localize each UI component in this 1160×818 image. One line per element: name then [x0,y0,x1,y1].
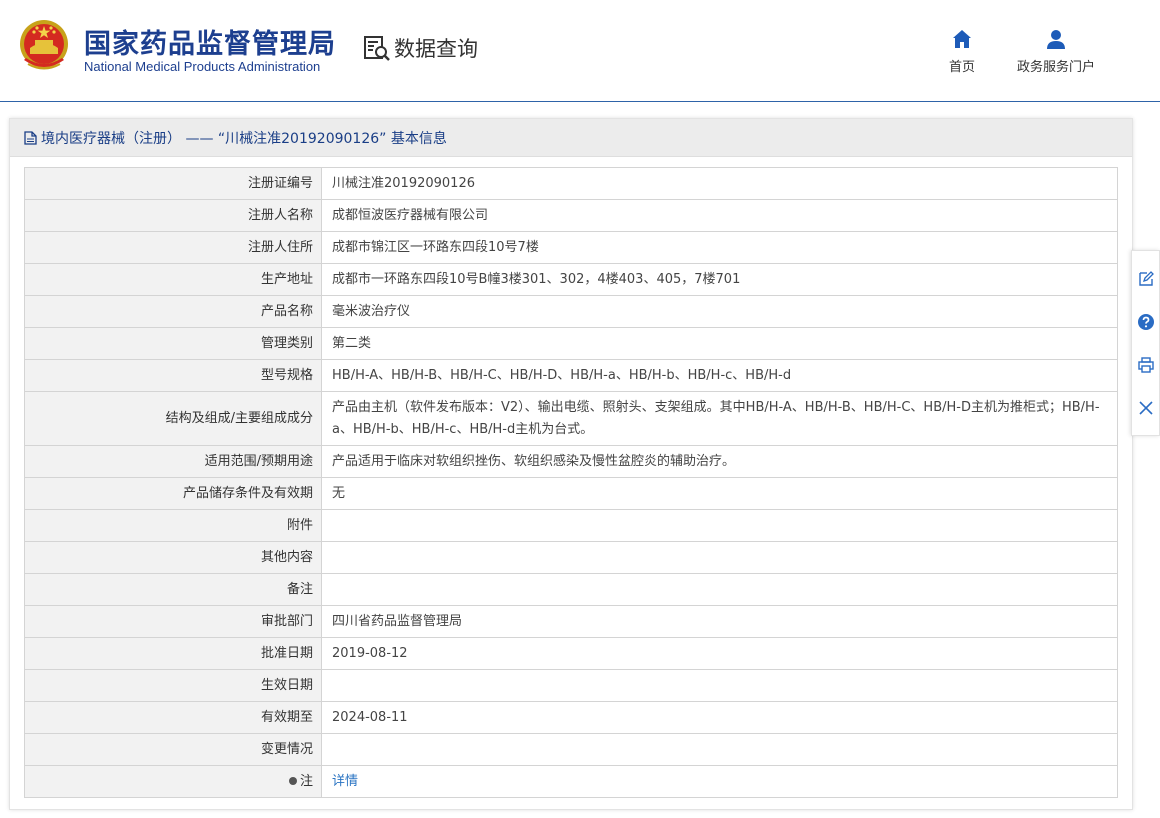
field-value [321,541,1118,574]
field-value [321,669,1118,702]
table-row: 型号规格 HB/H-A、HB/H-B、HB/H-C、HB/H-D、HB/H-a、… [24,359,1118,392]
table-row: 适用范围/预期用途 产品适用于临床对软组织挫伤、软组织感染及慢性盆腔炎的辅助治疗… [24,445,1118,478]
field-label: 批准日期 [24,637,322,670]
document-icon [24,130,37,145]
national-emblem-icon [20,20,68,70]
detail-link[interactable]: 详情 [332,774,358,789]
field-value: 产品适用于临床对软组织挫伤、软组织感染及慢性盆腔炎的辅助治疗。 [321,445,1118,478]
bullet-dot-icon [288,776,297,785]
side-toolbar [1131,250,1160,436]
table-row: 产品名称 毫米波治疗仪 [24,295,1118,328]
search-document-icon [364,36,390,61]
field-value: 2019-08-12 [321,637,1118,670]
field-label: 注册人名称 [24,199,322,232]
field-value: HB/H-A、HB/H-B、HB/H-C、HB/H-D、HB/H-a、HB/H-… [321,359,1118,392]
panel-title: 境内医疗器械（注册） —— “川械注准20192090126” 基本信息 [10,119,1132,157]
field-label: 结构及组成/主要组成成分 [24,391,322,446]
edit-icon[interactable] [1137,270,1155,288]
data-query-title: 数据查询 [362,33,478,63]
field-value: 毫米波治疗仪 [321,295,1118,328]
table-row: 变更情况 [24,733,1118,766]
field-label: 型号规格 [24,359,322,392]
table-row: 生效日期 [24,669,1118,702]
nav-service-portal-label: 政务服务门户 [1016,60,1095,75]
field-label: 变更情况 [24,733,322,766]
table-row: 有效期至 2024-08-11 [24,701,1118,734]
note-value-cell: 详情 [321,765,1118,798]
nav-home[interactable]: 首页 [940,28,984,75]
print-icon[interactable] [1137,356,1155,374]
note-label-cell: 注 [24,765,322,798]
table-row: 审批部门 四川省药品监督管理局 [24,605,1118,638]
table-row: 生产地址 成都市一环路东四段10号B幢3楼301、302，4楼403、405，7… [24,263,1118,296]
field-value [321,573,1118,606]
table-row: 其他内容 [24,541,1118,574]
info-panel: 境内医疗器械（注册） —— “川械注准20192090126” 基本信息 注册证… [9,118,1133,810]
field-value: 成都市锦江区一环路东四段10号7楼 [321,231,1118,264]
field-label: 适用范围/预期用途 [24,445,322,478]
site-header: 国家药品监督管理局 National Medical Products Admi… [0,0,1160,102]
note-label: 注 [299,773,313,789]
field-label: 产品名称 [24,295,322,328]
field-label: 注册证编号 [24,167,322,200]
home-icon [953,30,971,48]
field-label: 备注 [24,573,322,606]
field-label: 产品储存条件及有效期 [24,477,322,510]
field-label: 生产地址 [24,263,322,296]
nav-service-portal[interactable]: 政务服务门户 [1010,28,1102,75]
help-icon[interactable] [1137,313,1155,331]
query-title-text: 数据查询 [394,37,478,61]
field-value [321,509,1118,542]
info-table: 注册证编号 川械注准20192090126 注册人名称 成都恒波医疗器械有限公司… [24,167,1118,798]
table-row: 产品储存条件及有效期 无 [24,477,1118,510]
table-row: 管理类别 第二类 [24,327,1118,360]
field-value: 第二类 [321,327,1118,360]
field-label: 其他内容 [24,541,322,574]
field-label: 审批部门 [24,605,322,638]
user-icon [1047,30,1065,49]
nav-home-label: 首页 [948,60,975,75]
org-name-cn: 国家药品监督管理局 [84,29,336,60]
table-row: 注册证编号 川械注准20192090126 [24,167,1118,200]
panel-title-text: 境内医疗器械（注册） —— “川械注准20192090126” 基本信息 [41,130,447,147]
field-value: 四川省药品监督管理局 [321,605,1118,638]
table-row: 批准日期 2019-08-12 [24,637,1118,670]
field-value [321,733,1118,766]
field-value: 2024-08-11 [321,701,1118,734]
table-row: 注册人名称 成都恒波医疗器械有限公司 [24,199,1118,232]
field-label: 注册人住所 [24,231,322,264]
field-value: 川械注准20192090126 [321,167,1118,200]
table-row: 结构及组成/主要组成成分 产品由主机（软件发布版本：V2）、输出电缆、照射头、支… [24,391,1118,446]
field-value: 成都恒波医疗器械有限公司 [321,199,1118,232]
org-name-en: National Medical Products Administration [84,59,321,74]
field-label: 管理类别 [24,327,322,360]
field-value: 成都市一环路东四段10号B幢3楼301、302，4楼403、405，7楼701 [321,263,1118,296]
field-label: 附件 [24,509,322,542]
close-icon[interactable] [1137,399,1155,417]
field-label: 生效日期 [24,669,322,702]
field-value: 无 [321,477,1118,510]
field-label: 有效期至 [24,701,322,734]
field-value: 产品由主机（软件发布版本：V2）、输出电缆、照射头、支架组成。其中HB/H-A、… [321,391,1118,446]
table-row-note: 注 详情 [24,765,1118,798]
table-row: 注册人住所 成都市锦江区一环路东四段10号7楼 [24,231,1118,264]
table-row: 附件 [24,509,1118,542]
table-row: 备注 [24,573,1118,606]
